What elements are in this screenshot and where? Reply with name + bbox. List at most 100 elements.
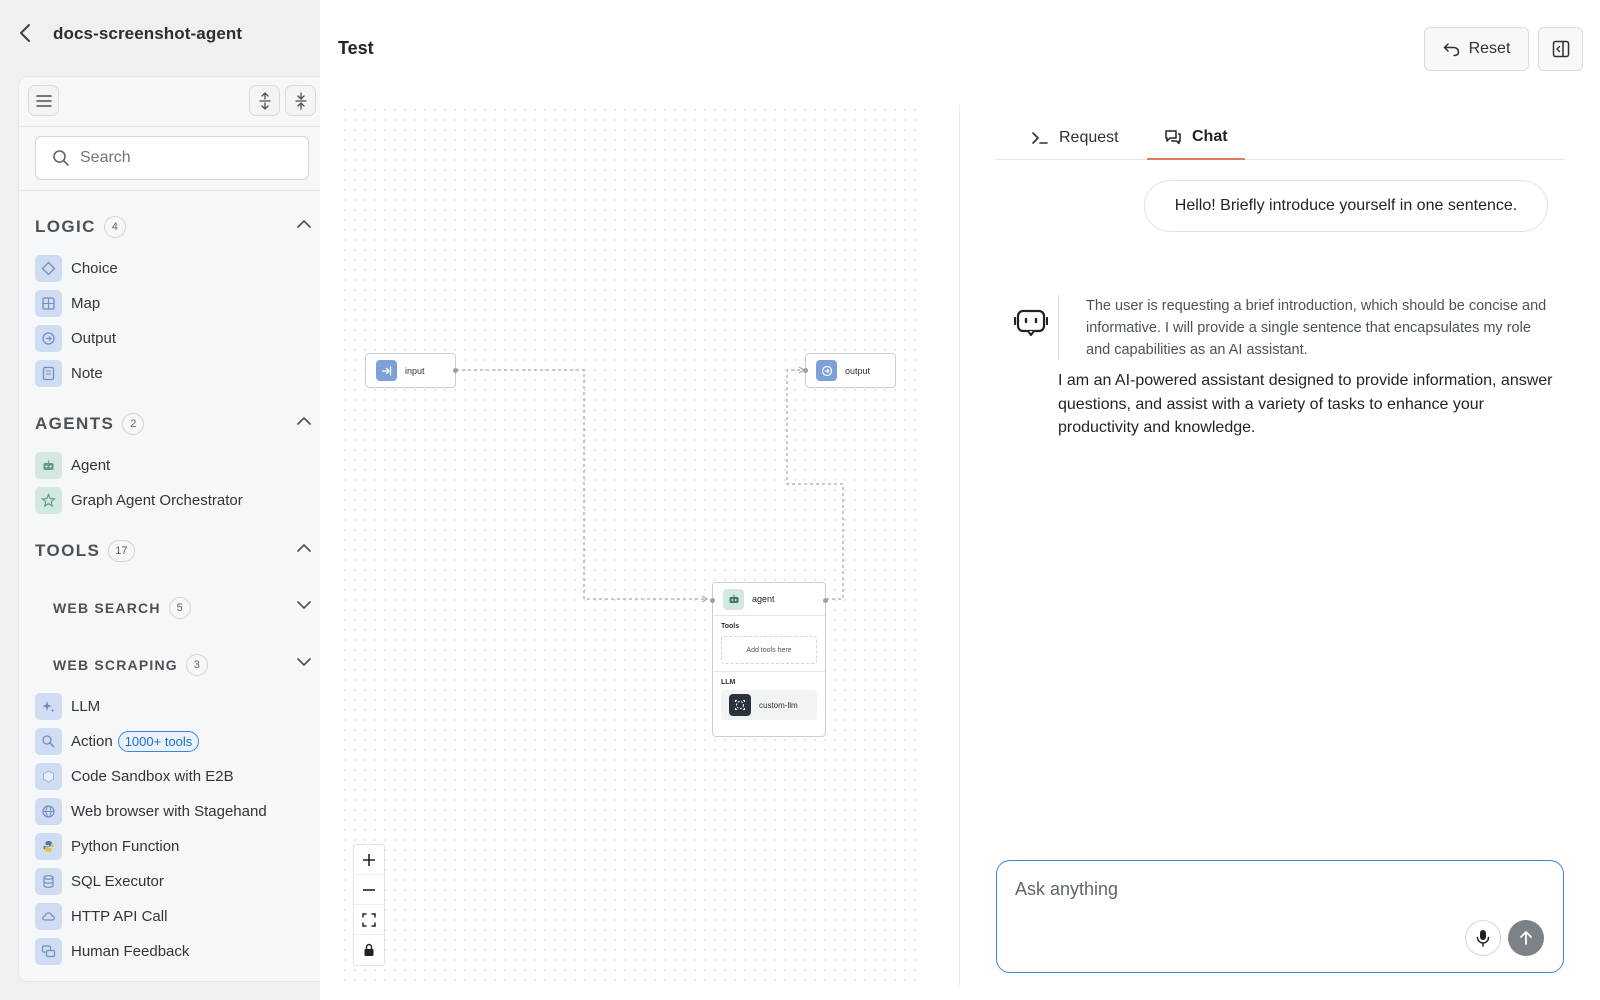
action-icon xyxy=(35,727,62,755)
component-http-api-call[interactable]: HTTP API Call xyxy=(35,902,167,930)
agent-tools-label: Tools xyxy=(721,623,740,630)
assistant-thinking: The user is requesting a brief introduct… xyxy=(1058,295,1548,360)
lock-button[interactable] xyxy=(354,935,384,965)
output-icon xyxy=(35,324,62,352)
toggle-panel-button[interactable] xyxy=(1538,27,1583,71)
fit-view-icon xyxy=(362,912,376,927)
section-tools-title: TOOLS xyxy=(35,541,101,560)
zoom-in-button[interactable] xyxy=(354,845,384,875)
chevron-down-icon xyxy=(297,601,311,610)
custom-llm-icon xyxy=(729,694,751,716)
minus-icon xyxy=(363,888,375,891)
search-icon xyxy=(53,150,69,166)
input-icon xyxy=(376,360,397,381)
output-icon xyxy=(816,360,837,381)
page-title: Test xyxy=(338,38,374,58)
component-label: SQL Executor xyxy=(71,872,164,890)
component-python-function[interactable]: Python Function xyxy=(35,832,179,860)
assistant-avatar xyxy=(1013,306,1049,341)
add-tools-dropzone[interactable]: Add tools here xyxy=(721,636,817,664)
subsection-web-scraping[interactable]: WEB SCRAPING 3 xyxy=(53,652,311,678)
menu-icon xyxy=(35,94,52,107)
component-label: Choice xyxy=(71,259,118,277)
menu-button[interactable] xyxy=(28,85,59,116)
e2b-icon xyxy=(35,762,62,790)
component-map[interactable]: Map xyxy=(35,289,100,317)
component-label: Map xyxy=(71,294,101,312)
node-output[interactable]: output xyxy=(803,353,896,388)
star-icon xyxy=(35,486,62,514)
agent-llm-chip[interactable]: custom-llm xyxy=(721,690,817,720)
agent-llm-label: LLM xyxy=(721,679,736,686)
tab-request[interactable]: Request xyxy=(1031,115,1119,160)
undo-icon xyxy=(1443,42,1459,56)
section-agents[interactable]: AGENTS 2 xyxy=(35,411,311,437)
agent-target-handle[interactable] xyxy=(710,598,715,603)
test-tabs: Request Chat xyxy=(995,115,1565,160)
component-sql-executor[interactable]: SQL Executor xyxy=(35,867,164,895)
subsection-web-search[interactable]: WEB SEARCH 5 xyxy=(53,595,311,621)
robot-icon xyxy=(35,451,62,479)
output-target-handle[interactable] xyxy=(803,368,808,373)
section-tools[interactable]: TOOLS 17 xyxy=(35,538,311,564)
node-agent[interactable]: agent Tools Add tools here LLM custom-ll… xyxy=(710,582,828,737)
component-output[interactable]: Output xyxy=(35,324,116,352)
component-note[interactable]: Note xyxy=(35,359,103,387)
section-logic-count: 4 xyxy=(103,216,126,238)
search-area xyxy=(19,127,320,191)
component-agent[interactable]: Agent xyxy=(35,451,110,479)
search-box[interactable] xyxy=(35,136,309,180)
chevron-down-icon xyxy=(297,658,311,667)
collapse-all-button[interactable] xyxy=(285,85,316,116)
canvas-controls xyxy=(353,844,385,966)
chat-input[interactable] xyxy=(1015,879,1435,909)
reset-label: Reset xyxy=(1468,40,1511,57)
subsection-web-search-count: 5 xyxy=(168,597,191,619)
zoom-out-button[interactable] xyxy=(354,875,384,905)
input-source-handle[interactable] xyxy=(453,368,458,373)
globe-icon xyxy=(35,797,62,825)
tab-request-label: Request xyxy=(1059,128,1119,146)
reset-button[interactable]: Reset xyxy=(1424,27,1529,71)
map-icon xyxy=(35,289,62,317)
back-button[interactable] xyxy=(14,20,36,46)
component-label: Graph Agent Orchestrator xyxy=(71,491,243,509)
component-web-browser[interactable]: Web browser with Stagehand xyxy=(35,797,267,825)
component-graph-agent-orchestrator[interactable]: Graph Agent Orchestrator xyxy=(35,486,243,514)
components-panel: LOGIC 4 Choice Map Output Note AGENTS 2 xyxy=(18,76,320,982)
component-label: Human Feedback xyxy=(71,942,190,960)
component-label: LLM xyxy=(71,697,101,715)
cloud-icon xyxy=(35,902,62,930)
tab-chat[interactable]: Chat xyxy=(1147,115,1245,160)
collapse-vertical-icon xyxy=(294,91,307,110)
sidebar-topbar: docs-screenshot-agent xyxy=(0,0,320,68)
workflow-canvas[interactable] xyxy=(340,105,922,985)
component-human-feedback[interactable]: Human Feedback xyxy=(35,937,189,965)
microphone-icon xyxy=(1476,930,1490,947)
section-logic[interactable]: LOGIC 4 xyxy=(35,214,311,240)
action-tools-badge: 1000+ tools xyxy=(117,730,200,752)
chevron-up-icon xyxy=(297,219,311,228)
voice-input-button[interactable] xyxy=(1465,920,1501,956)
component-choice[interactable]: Choice xyxy=(35,254,118,282)
database-icon xyxy=(35,867,62,895)
component-code-sandbox[interactable]: Code Sandbox with E2B xyxy=(35,762,234,790)
panel-toolbar xyxy=(19,77,320,127)
fit-view-button[interactable] xyxy=(354,905,384,935)
component-label: Agent xyxy=(71,456,111,474)
component-llm[interactable]: LLM xyxy=(35,692,100,720)
agent-source-handle[interactable] xyxy=(823,598,828,603)
component-label: Action xyxy=(71,732,113,750)
node-input[interactable]: input xyxy=(365,353,458,388)
node-input-label: input xyxy=(405,365,425,376)
expand-all-button[interactable] xyxy=(249,85,280,116)
tab-chat-label: Chat xyxy=(1192,127,1228,145)
search-input[interactable] xyxy=(80,149,280,167)
agent-node-divider xyxy=(713,671,825,672)
terminal-icon xyxy=(1032,131,1048,144)
component-action[interactable]: Action 1000+ tools xyxy=(35,727,200,755)
sparkle-icon xyxy=(35,692,62,720)
send-button[interactable] xyxy=(1508,920,1544,956)
user-message: Hello! Briefly introduce yourself in one… xyxy=(1144,180,1548,232)
panel-divider xyxy=(959,105,960,985)
